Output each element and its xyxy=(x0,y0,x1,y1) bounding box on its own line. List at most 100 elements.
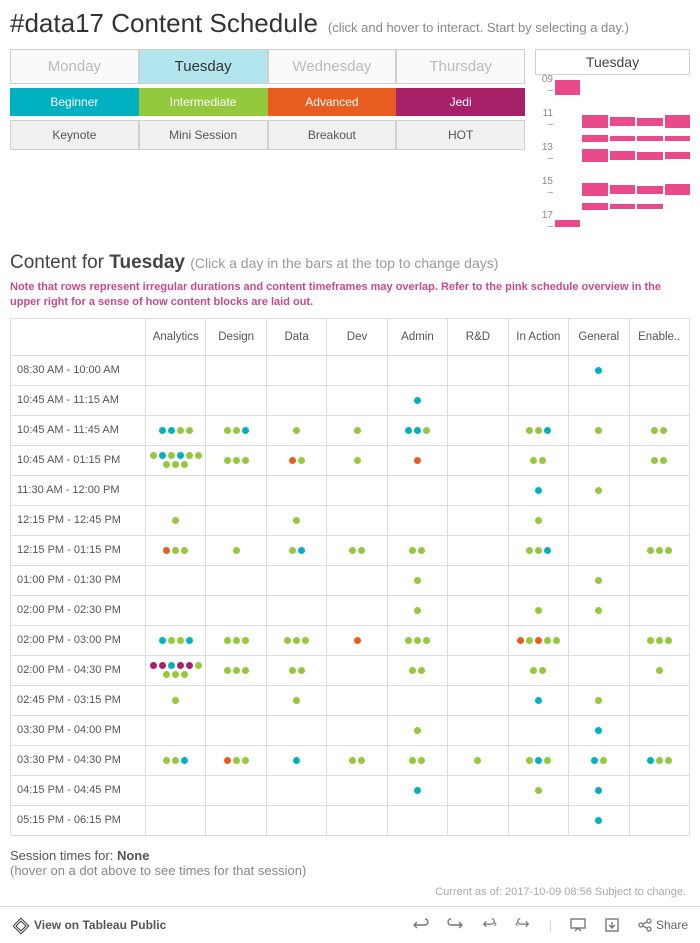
session-dot[interactable] xyxy=(150,452,157,459)
session-dot[interactable] xyxy=(595,427,602,434)
session-dot[interactable] xyxy=(195,452,202,459)
session-dot[interactable] xyxy=(647,757,654,764)
session-dot[interactable] xyxy=(224,637,231,644)
session-dot[interactable] xyxy=(535,487,542,494)
tab-thursday[interactable]: Thursday xyxy=(396,49,525,84)
session-dot[interactable] xyxy=(526,547,533,554)
session-dot[interactable] xyxy=(409,667,416,674)
session-dot[interactable] xyxy=(595,607,602,614)
level-intermediate[interactable]: Intermediate xyxy=(139,88,268,116)
session-dot[interactable] xyxy=(233,757,240,764)
session-dot[interactable] xyxy=(177,427,184,434)
session-dot[interactable] xyxy=(293,517,300,524)
session-dot[interactable] xyxy=(595,697,602,704)
session-dot[interactable] xyxy=(535,427,542,434)
session-dot[interactable] xyxy=(181,671,188,678)
session-dot[interactable] xyxy=(293,637,300,644)
undo-icon[interactable] xyxy=(413,917,429,933)
session-dot[interactable] xyxy=(405,637,412,644)
session-dot[interactable] xyxy=(163,757,170,764)
session-dot[interactable] xyxy=(535,607,542,614)
session-dot[interactable] xyxy=(298,457,305,464)
session-dot[interactable] xyxy=(224,427,231,434)
session-dot[interactable] xyxy=(553,637,560,644)
level-jedi[interactable]: Jedi xyxy=(396,88,525,116)
session-dot[interactable] xyxy=(186,662,193,669)
session-dot[interactable] xyxy=(354,637,361,644)
session-dot[interactable] xyxy=(298,667,305,674)
session-dot[interactable] xyxy=(544,427,551,434)
session-dot[interactable] xyxy=(535,697,542,704)
session-dot[interactable] xyxy=(409,757,416,764)
session-dot[interactable] xyxy=(414,727,421,734)
session-dot[interactable] xyxy=(595,367,602,374)
col-design[interactable]: Design xyxy=(206,318,266,355)
session-dot[interactable] xyxy=(233,547,240,554)
session-dot[interactable] xyxy=(224,457,231,464)
session-dot[interactable] xyxy=(651,427,658,434)
session-dot[interactable] xyxy=(242,427,249,434)
session-dot[interactable] xyxy=(423,637,430,644)
session-dot[interactable] xyxy=(172,671,179,678)
session-dot[interactable] xyxy=(665,547,672,554)
session-dot[interactable] xyxy=(168,427,175,434)
session-dot[interactable] xyxy=(665,637,672,644)
type-keynote[interactable]: Keynote xyxy=(10,120,139,150)
session-dot[interactable] xyxy=(224,667,231,674)
revert-icon[interactable] xyxy=(481,917,497,933)
session-dot[interactable] xyxy=(656,757,663,764)
session-dot[interactable] xyxy=(414,397,421,404)
session-dot[interactable] xyxy=(159,637,166,644)
session-dot[interactable] xyxy=(418,547,425,554)
col-analytics[interactable]: Analytics xyxy=(146,318,206,355)
session-dot[interactable] xyxy=(526,637,533,644)
session-dot[interactable] xyxy=(159,662,166,669)
session-dot[interactable] xyxy=(181,547,188,554)
session-dot[interactable] xyxy=(526,427,533,434)
session-dot[interactable] xyxy=(647,547,654,554)
session-dot[interactable] xyxy=(358,757,365,764)
session-dot[interactable] xyxy=(535,787,542,794)
type-breakout[interactable]: Breakout xyxy=(268,120,397,150)
session-dot[interactable] xyxy=(195,662,202,669)
session-dot[interactable] xyxy=(233,457,240,464)
session-dot[interactable] xyxy=(535,757,542,764)
session-dot[interactable] xyxy=(242,457,249,464)
session-dot[interactable] xyxy=(354,457,361,464)
session-dot[interactable] xyxy=(233,427,240,434)
session-dot[interactable] xyxy=(177,452,184,459)
share-button[interactable]: Share xyxy=(638,918,688,932)
session-dot[interactable] xyxy=(293,757,300,764)
session-dot[interactable] xyxy=(349,547,356,554)
session-dot[interactable] xyxy=(242,637,249,644)
refresh-icon[interactable] xyxy=(515,917,531,933)
session-dot[interactable] xyxy=(647,637,654,644)
session-dot[interactable] xyxy=(298,547,305,554)
session-dot[interactable] xyxy=(284,637,291,644)
session-dot[interactable] xyxy=(544,757,551,764)
col-in-action[interactable]: In Action xyxy=(508,318,568,355)
session-dot[interactable] xyxy=(414,637,421,644)
session-dot[interactable] xyxy=(539,667,546,674)
tab-wednesday[interactable]: Wednesday xyxy=(268,49,397,84)
session-dot[interactable] xyxy=(181,461,188,468)
session-dot[interactable] xyxy=(535,637,542,644)
session-dot[interactable] xyxy=(535,547,542,554)
session-dot[interactable] xyxy=(474,757,481,764)
session-dot[interactable] xyxy=(289,457,296,464)
session-dot[interactable] xyxy=(535,517,542,524)
session-dot[interactable] xyxy=(172,461,179,468)
session-dot[interactable] xyxy=(656,547,663,554)
session-dot[interactable] xyxy=(163,461,170,468)
col-data[interactable]: Data xyxy=(266,318,326,355)
session-dot[interactable] xyxy=(150,662,157,669)
session-dot[interactable] xyxy=(177,662,184,669)
session-dot[interactable] xyxy=(595,817,602,824)
session-dot[interactable] xyxy=(526,757,533,764)
session-dot[interactable] xyxy=(418,667,425,674)
session-dot[interactable] xyxy=(595,577,602,584)
session-dot[interactable] xyxy=(242,757,249,764)
session-dot[interactable] xyxy=(242,667,249,674)
level-advanced[interactable]: Advanced xyxy=(268,88,397,116)
session-dot[interactable] xyxy=(159,452,166,459)
